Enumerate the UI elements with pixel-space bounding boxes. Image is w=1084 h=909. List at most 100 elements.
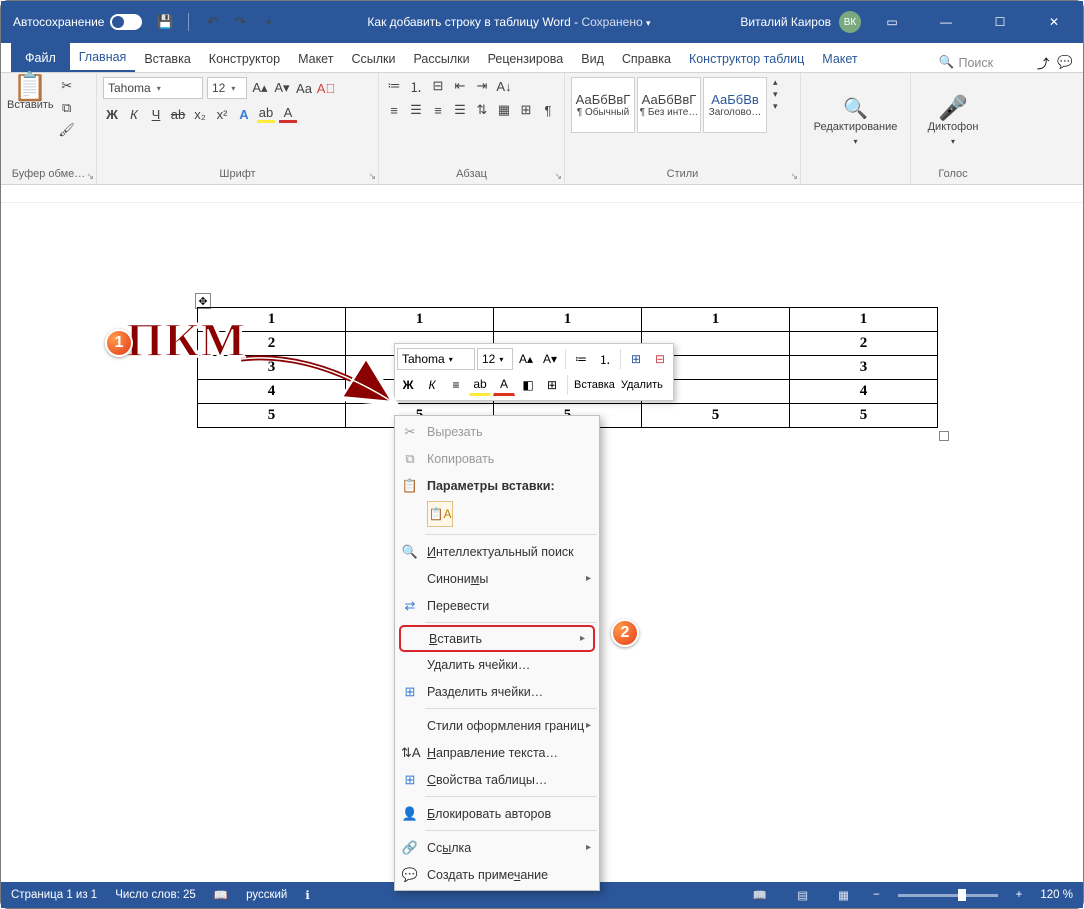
zoom-slider[interactable]	[898, 894, 998, 897]
numbering-icon[interactable]: ⒈	[407, 77, 425, 95]
paste-keep-source-icon[interactable]: 📋A	[427, 501, 453, 527]
paragraph-launcher[interactable]: ↘	[554, 171, 562, 182]
styles-launcher[interactable]: ↘	[790, 171, 798, 182]
menu-table-properties[interactable]: ⊞Свойства таблицы…	[395, 766, 599, 793]
mini-size-combo[interactable]: 12▾	[477, 348, 513, 370]
mini-insert-icon[interactable]: ⊞	[625, 348, 647, 370]
sort-icon[interactable]: A↓	[495, 77, 513, 95]
search-box[interactable]: 🔍 Поиск	[939, 55, 1029, 70]
view-print-icon[interactable]: ▤	[791, 888, 814, 902]
format-painter-icon[interactable]: 🖌	[58, 121, 76, 139]
style-no-spacing[interactable]: АаБбВвГ ¶ Без инте…	[637, 77, 701, 133]
font-size-combo[interactable]: 12▾	[207, 77, 247, 99]
align-right-icon[interactable]: ≡	[429, 101, 447, 119]
editing-label[interactable]: Редактирование	[814, 121, 898, 133]
bold-button[interactable]: Ж	[103, 105, 121, 123]
paste-icon[interactable]: 📋	[21, 77, 39, 95]
menu-synonyms[interactable]: Синонимы▸	[395, 565, 599, 592]
tab-help[interactable]: Справка	[613, 46, 680, 72]
menu-insert[interactable]: Вставить▸	[399, 625, 595, 652]
mini-bullets[interactable]: ≔	[570, 348, 592, 370]
save-icon[interactable]: 💾	[156, 13, 174, 31]
view-read-icon[interactable]: 📖	[747, 888, 773, 902]
font-color-icon[interactable]: A	[279, 105, 297, 123]
tab-insert[interactable]: Вставка	[135, 46, 199, 72]
underline-button[interactable]: Ч	[147, 105, 165, 123]
menu-link[interactable]: 🔗Ссылка▸	[395, 834, 599, 861]
bullets-icon[interactable]: ≔	[385, 77, 403, 95]
tab-view[interactable]: Вид	[572, 46, 613, 72]
ruler[interactable]	[1, 185, 1083, 203]
highlight-icon[interactable]: ab	[257, 105, 275, 123]
redo-icon[interactable]: ↷	[231, 13, 249, 31]
mini-italic[interactable]: К	[421, 374, 443, 396]
style-heading1[interactable]: АаБбВв Заголово…	[703, 77, 767, 133]
ribbon-options-icon[interactable]: ▭	[869, 1, 915, 43]
mini-shading[interactable]: ◧	[517, 374, 539, 396]
style-gallery[interactable]: АаБбВвГ ¶ Обычный АаБбВвГ ¶ Без инте… Аа…	[571, 77, 767, 133]
status-page[interactable]: Страница 1 из 1	[11, 889, 97, 901]
minimize-button[interactable]: —	[923, 1, 969, 43]
tab-home[interactable]: Главная	[70, 44, 136, 72]
align-center-icon[interactable]: ☰	[407, 101, 425, 119]
zoom-in[interactable]: +	[1016, 889, 1023, 901]
menu-translate[interactable]: ⇄Перевести	[395, 592, 599, 619]
view-web-icon[interactable]: ▦	[832, 888, 855, 902]
zoom-out[interactable]: −	[873, 889, 880, 901]
mini-insert-label[interactable]: Вставка	[572, 379, 617, 391]
mini-grow-font[interactable]: A▴	[515, 348, 537, 370]
close-button[interactable]: ✕	[1031, 1, 1077, 43]
mini-highlight[interactable]: ab	[469, 374, 491, 396]
italic-button[interactable]: К	[125, 105, 143, 123]
line-spacing-icon[interactable]: ⇅	[473, 101, 491, 119]
superscript-icon[interactable]: x²	[213, 105, 231, 123]
tab-review[interactable]: Рецензирова	[479, 46, 573, 72]
menu-cut[interactable]: ✂Вырезать	[395, 418, 599, 445]
maximize-button[interactable]: ☐	[977, 1, 1023, 43]
shading-icon[interactable]: ▦	[495, 101, 513, 119]
clear-format-icon[interactable]: A⃠	[317, 79, 335, 97]
tab-file[interactable]: Файл	[11, 43, 70, 72]
change-case-icon[interactable]: Aa	[295, 79, 313, 97]
menu-split-cells[interactable]: ⊞Разделить ячейки…	[395, 678, 599, 705]
subscript-icon[interactable]: x₂	[191, 105, 209, 123]
menu-smart-lookup[interactable]: 🔍Интеллектуальный поиск	[395, 538, 599, 565]
tab-table-design[interactable]: Конструктор таблиц	[680, 46, 813, 72]
mini-delete-label[interactable]: Удалить	[619, 379, 665, 391]
grow-font-icon[interactable]: A▴	[251, 79, 269, 97]
tab-references[interactable]: Ссылки	[342, 46, 404, 72]
mini-font-color[interactable]: A	[493, 374, 515, 396]
style-expand[interactable]: ▾	[773, 101, 778, 112]
mini-delete-icon[interactable]: ⊟	[649, 348, 671, 370]
mini-borders[interactable]: ⊞	[541, 374, 563, 396]
find-icon[interactable]: 🔍	[846, 99, 864, 117]
copy-icon[interactable]: ⧉	[58, 99, 76, 117]
font-name-combo[interactable]: Tahoma▾	[103, 77, 203, 99]
justify-icon[interactable]: ☰	[451, 101, 469, 119]
user-avatar[interactable]: ВК	[839, 11, 861, 33]
font-launcher[interactable]: ↘	[368, 171, 376, 182]
text-effects-icon[interactable]: A	[235, 105, 253, 123]
tab-design[interactable]: Конструктор	[200, 46, 289, 72]
style-scroll-down[interactable]: ▾	[773, 89, 778, 100]
tab-layout[interactable]: Макет	[289, 46, 342, 72]
accessibility-icon[interactable]: ℹ	[305, 888, 309, 902]
autosave-toggle[interactable]	[110, 14, 142, 30]
mini-numbering[interactable]: ⒈	[594, 348, 616, 370]
menu-new-comment[interactable]: 💬Создать примечание	[395, 861, 599, 888]
menu-delete-cells[interactable]: Удалить ячейки…	[395, 651, 599, 678]
spellcheck-icon[interactable]: 📖	[214, 888, 228, 902]
comments-icon[interactable]: 💬	[1057, 55, 1073, 70]
dictate-icon[interactable]: 🎤	[944, 99, 962, 117]
style-normal[interactable]: АаБбВвГ ¶ Обычный	[571, 77, 635, 133]
qat-more-icon[interactable]: ▾	[259, 13, 277, 31]
share-icon[interactable]: ⤴	[1037, 53, 1050, 72]
dictate-label[interactable]: Диктофон	[928, 121, 979, 133]
status-language[interactable]: русский	[246, 889, 287, 901]
borders-icon[interactable]: ⊞	[517, 101, 535, 119]
menu-block-authors[interactable]: 👤Блокировать авторов	[395, 800, 599, 827]
shrink-font-icon[interactable]: A▾	[273, 79, 291, 97]
table-resize-handle[interactable]	[939, 431, 949, 441]
undo-icon[interactable]: ↶	[203, 13, 221, 31]
strike-button[interactable]: ab	[169, 105, 187, 123]
